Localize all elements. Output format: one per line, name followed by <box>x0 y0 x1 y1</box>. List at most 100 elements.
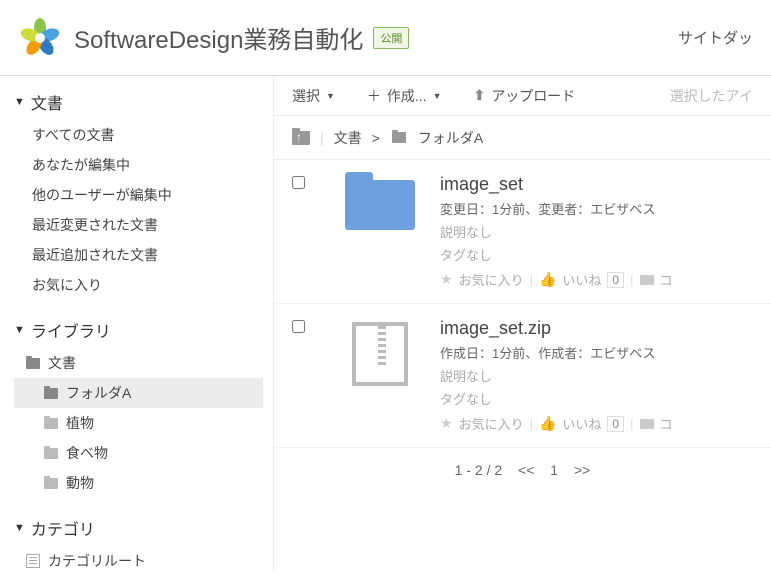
library-label: フォルダA <box>66 383 131 403</box>
sidebar-group-library: ▼ ライブラリ 文書 フォルダA 植物 食べ物 動物 <box>14 318 263 498</box>
sidebar-group-documents: ▼ 文書 すべての文書 あなたが編集中 他のユーザーが編集中 最近変更された文書… <box>14 90 263 300</box>
main: ▼ 文書 すべての文書 あなたが編集中 他のユーザーが編集中 最近変更された文書… <box>0 76 771 572</box>
document-list: image_set 変更日：1分前、変更者：エビザベス 説明なし タグなし ★ … <box>274 160 771 448</box>
item-title[interactable]: image_set <box>440 174 771 195</box>
collapse-icon: ▼ <box>14 324 25 336</box>
library-root[interactable]: 文書 <box>14 348 263 378</box>
pager-range: 1 - 2 / 2 <box>455 462 502 478</box>
pager: 1 - 2 / 2 << 1 >> <box>274 448 771 492</box>
folder-icon <box>44 418 58 429</box>
item-thumbnail[interactable] <box>320 318 440 433</box>
sidebar-group-category: ▼ カテゴリ カテゴリルート <box>14 516 263 576</box>
zip-file-icon <box>352 322 408 386</box>
comment-icon[interactable] <box>640 275 654 285</box>
selected-items-button: 選択したアイ <box>670 86 753 106</box>
item-title[interactable]: image_set.zip <box>440 318 771 339</box>
select-button[interactable]: 選択 ▼ <box>292 86 335 106</box>
sidebar-heading-label: カテゴリ <box>31 516 95 540</box>
library-folder-animals[interactable]: 動物 <box>14 468 263 498</box>
thumbs-up-icon[interactable]: 👍 <box>539 271 556 288</box>
button-label: 作成... <box>387 86 427 106</box>
sidebar-item-editing-by-others[interactable]: 他のユーザーが編集中 <box>14 180 263 210</box>
item-meta: 作成日：1分前、作成者：エビザベス <box>440 343 771 362</box>
row-checkbox[interactable] <box>292 320 305 333</box>
sidebar-heading-category[interactable]: ▼ カテゴリ <box>14 516 263 540</box>
library-label: 文書 <box>48 353 76 373</box>
folder-icon <box>44 478 58 489</box>
caret-down-icon: ▼ <box>326 91 335 101</box>
breadcrumb: | 文書 > フォルダA <box>274 116 771 160</box>
comment-icon[interactable] <box>640 419 654 429</box>
up-folder-icon[interactable] <box>292 131 310 145</box>
pager-next[interactable]: >> <box>574 462 590 478</box>
sidebar-heading-documents[interactable]: ▼ 文書 <box>14 90 263 114</box>
upload-icon: ⬆ <box>474 87 486 104</box>
list-item: image_set 変更日：1分前、変更者：エビザベス 説明なし タグなし ★ … <box>274 160 771 304</box>
sidebar-item-all-docs[interactable]: すべての文書 <box>14 120 263 150</box>
like-count: 0 <box>607 272 624 288</box>
category-icon <box>26 554 40 568</box>
like-count: 0 <box>607 416 624 432</box>
list-item: image_set.zip 作成日：1分前、作成者：エビザベス 説明なし タグな… <box>274 304 771 448</box>
button-label: 選択 <box>292 86 320 106</box>
sidebar-heading-label: 文書 <box>31 90 63 114</box>
favorite-button[interactable]: お気に入り <box>459 414 524 433</box>
visibility-badge: 公開 <box>373 27 409 49</box>
like-button[interactable]: いいね <box>562 414 601 433</box>
button-label: アップロード <box>491 86 575 106</box>
item-meta: 変更日：1分前、変更者：エビザベス <box>440 199 771 218</box>
upload-button[interactable]: ⬆ アップロード <box>474 86 576 106</box>
toolbar: 選択 ▼ ＋ 作成... ▼ ⬆ アップロード 選択したアイ <box>274 76 771 116</box>
item-thumbnail[interactable] <box>320 174 440 289</box>
collapse-icon: ▼ <box>14 522 25 534</box>
folder-icon <box>392 132 406 143</box>
library-folder-plants[interactable]: 植物 <box>14 408 263 438</box>
library-label: 食べ物 <box>66 443 108 463</box>
breadcrumb-separator: > <box>372 130 380 146</box>
folder-icon <box>26 358 40 369</box>
sidebar-item-recently-added[interactable]: 最近追加された文書 <box>14 240 263 270</box>
breadcrumb-root[interactable]: 文書 <box>334 128 362 148</box>
like-button[interactable]: いいね <box>562 270 601 289</box>
item-tags: タグなし <box>440 389 771 408</box>
collapse-icon: ▼ <box>14 96 25 108</box>
thumbs-up-icon[interactable]: 👍 <box>539 415 556 432</box>
sidebar-heading-label: ライブラリ <box>31 318 111 342</box>
site-dashboard-link[interactable]: サイトダッ <box>678 27 753 48</box>
star-icon[interactable]: ★ <box>440 271 453 288</box>
breadcrumb-current: フォルダA <box>418 128 483 148</box>
library-folder-food[interactable]: 食べ物 <box>14 438 263 468</box>
sidebar-item-recently-modified[interactable]: 最近変更された文書 <box>14 210 263 240</box>
item-description: 説明なし <box>440 222 771 241</box>
create-button[interactable]: ＋ 作成... ▼ <box>367 86 442 106</box>
comment-button[interactable]: コ <box>660 270 673 289</box>
sidebar-heading-library[interactable]: ▼ ライブラリ <box>14 318 263 342</box>
caret-down-icon: ▼ <box>433 91 442 101</box>
library-label: 植物 <box>66 413 94 433</box>
sidebar: ▼ 文書 すべての文書 あなたが編集中 他のユーザーが編集中 最近変更された文書… <box>0 76 274 572</box>
library-folder-a[interactable]: フォルダA <box>14 378 263 408</box>
folder-icon <box>44 388 58 399</box>
item-description: 説明なし <box>440 366 771 385</box>
library-label: 動物 <box>66 473 94 493</box>
sidebar-item-editing-by-you[interactable]: あなたが編集中 <box>14 150 263 180</box>
header: SoftwareDesign業務自動化 公開 サイトダッ <box>0 0 771 76</box>
item-actions: ★ お気に入り | 👍 いいね 0 | コ <box>440 414 771 433</box>
favorite-button[interactable]: お気に入り <box>459 270 524 289</box>
app-logo-icon <box>18 16 62 60</box>
button-label: 選択したアイ <box>670 86 753 106</box>
site-title[interactable]: SoftwareDesign業務自動化 <box>74 20 363 55</box>
sidebar-item-favorites[interactable]: お気に入り <box>14 270 263 300</box>
category-label: カテゴリルート <box>48 551 146 571</box>
item-tags: タグなし <box>440 245 771 264</box>
content: 選択 ▼ ＋ 作成... ▼ ⬆ アップロード 選択したアイ | 文書 > フォ… <box>274 76 771 572</box>
folder-icon <box>44 448 58 459</box>
folder-icon <box>345 180 415 230</box>
item-actions: ★ お気に入り | 👍 いいね 0 | コ <box>440 270 771 289</box>
row-checkbox[interactable] <box>292 176 305 189</box>
pager-page: 1 <box>550 462 558 478</box>
comment-button[interactable]: コ <box>660 414 673 433</box>
plus-icon: ＋ <box>367 86 381 106</box>
star-icon[interactable]: ★ <box>440 415 453 432</box>
pager-prev[interactable]: << <box>518 462 534 478</box>
